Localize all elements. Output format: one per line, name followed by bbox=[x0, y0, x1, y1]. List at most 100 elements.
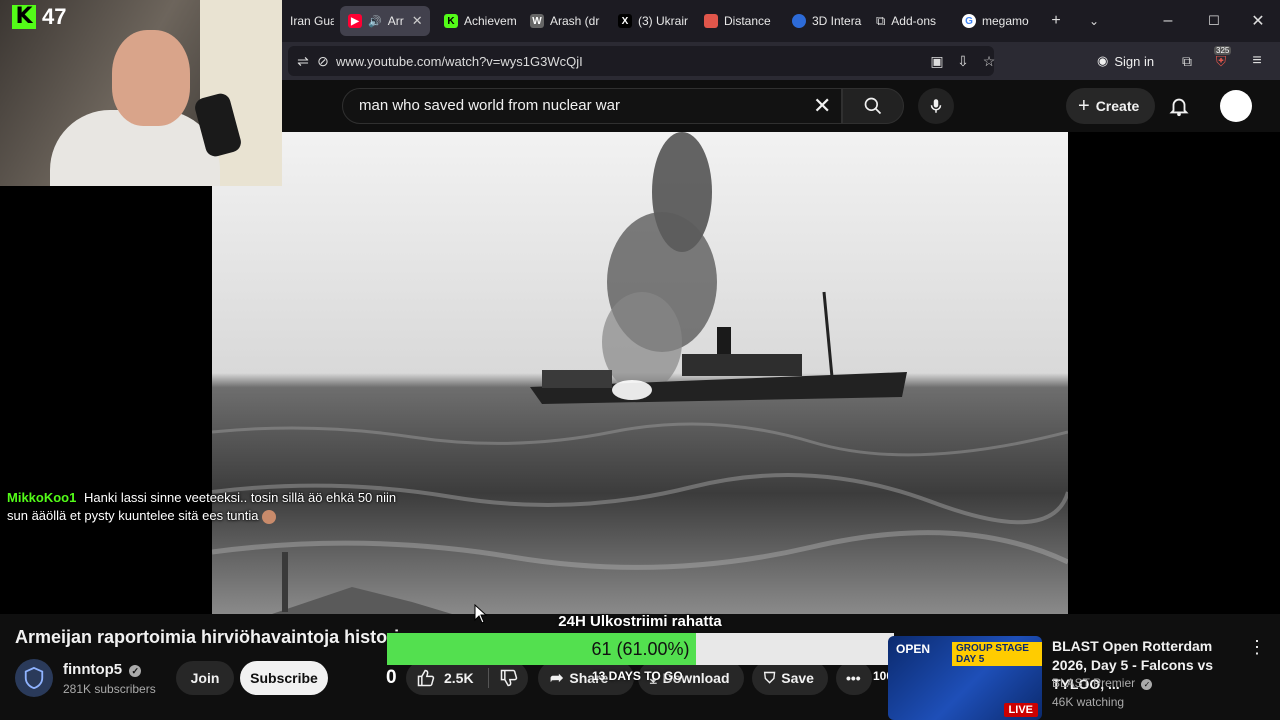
thumbnail-stage-text: GROUP STAGE DAY 5 bbox=[952, 642, 1042, 666]
search-box: ✕ bbox=[342, 88, 842, 124]
video-title: Armeijan raportoimia hirviöhavaintoja hi… bbox=[15, 627, 400, 647]
recommended-channel[interactable]: BLAST Premier ✓ bbox=[1052, 676, 1153, 690]
verified-check-icon: ✓ bbox=[129, 665, 142, 677]
tab-label: Arr bbox=[387, 14, 404, 28]
url-bar[interactable]: ⇌ ⊘ www.youtube.com/watch?v=wys1G3WcQjI … bbox=[288, 46, 995, 76]
globe-favicon-icon bbox=[792, 14, 806, 28]
more-actions-button[interactable]: ••• bbox=[836, 661, 872, 695]
tab-3d-interactive[interactable]: 3D Intera bbox=[784, 6, 866, 36]
goal-counter: 0 bbox=[386, 667, 397, 688]
verified-check-icon: ✓ bbox=[1141, 679, 1153, 690]
tracking-protection-icon[interactable]: ⊘ bbox=[314, 52, 332, 70]
tab-label: Arash (dr bbox=[550, 14, 600, 28]
viewer-count: 47 bbox=[42, 4, 67, 29]
browser-nav-bar: ⇌ ⊘ www.youtube.com/watch?v=wys1G3WcQjI … bbox=[282, 42, 1280, 80]
like-button[interactable]: 2.5K bbox=[406, 661, 486, 695]
like-divider bbox=[488, 668, 489, 688]
mouse-cursor-icon bbox=[474, 604, 488, 624]
bookmark-icon: ⛉ bbox=[764, 669, 776, 687]
kick-viewer-counter: K 47 bbox=[12, 4, 66, 30]
bookmark-star-icon[interactable]: ☆ bbox=[980, 52, 998, 70]
close-window-icon[interactable]: ✕ bbox=[1244, 8, 1272, 34]
tab-arash[interactable]: W Arash (dr bbox=[522, 6, 602, 36]
url-text[interactable]: www.youtube.com/watch?v=wys1G3WcQjI bbox=[336, 54, 583, 69]
voice-search-button[interactable] bbox=[918, 88, 954, 124]
account-icon: ◉ bbox=[1097, 53, 1109, 68]
tab-add-ons[interactable]: ⧉ Add-ons bbox=[868, 6, 950, 36]
create-button[interactable]: + Create bbox=[1066, 88, 1156, 124]
tab-label: Achievem bbox=[464, 14, 516, 28]
kick-logo-icon: K bbox=[12, 5, 36, 29]
account-avatar[interactable] bbox=[1220, 90, 1252, 122]
save-button[interactable]: ⛉ Save bbox=[752, 661, 828, 695]
close-icon[interactable]: ✕ bbox=[412, 13, 423, 29]
tab-label: Distance bbox=[724, 14, 771, 28]
tab-achievements[interactable]: K Achievem bbox=[436, 6, 516, 36]
goal-progress-bar: 61 (61.00%) bbox=[387, 633, 894, 665]
more-horizontal-icon: ••• bbox=[846, 670, 861, 686]
goal-days-left: 13 DAYS TO GO bbox=[592, 669, 683, 683]
tab-label: Iran Guar bbox=[290, 14, 334, 28]
notifications-bell-icon[interactable] bbox=[1168, 94, 1190, 118]
clear-search-icon[interactable]: ✕ bbox=[813, 95, 831, 117]
sign-in-label: Sign in bbox=[1114, 53, 1155, 69]
x-favicon-icon: X bbox=[618, 14, 632, 28]
subscriber-count: 281K subscribers bbox=[63, 682, 156, 696]
tab-label: (3) Ukrair bbox=[638, 14, 688, 28]
microphone-icon bbox=[930, 99, 942, 113]
tab-google[interactable]: G megamo bbox=[954, 6, 1034, 36]
video-frame-image bbox=[212, 132, 1068, 614]
tab-distance[interactable]: Distance bbox=[696, 6, 778, 36]
goal-title: 24H Ulkostriimi rahatta bbox=[558, 613, 722, 630]
extensions-icon[interactable]: ⧉ bbox=[1178, 52, 1196, 70]
thumbs-down-icon bbox=[500, 669, 518, 687]
emote-icon bbox=[262, 509, 277, 524]
thumbs-up-icon bbox=[417, 669, 435, 687]
sign-in-button[interactable]: ◉ Sign in bbox=[1097, 48, 1154, 74]
tab-label: Add-ons bbox=[891, 14, 936, 28]
tab-x-ukraine[interactable]: X (3) Ukrair bbox=[610, 6, 690, 36]
save-page-icon[interactable]: ⇩ bbox=[954, 52, 972, 70]
like-dislike-group: 2.5K bbox=[406, 661, 528, 695]
recommended-watching-count: 46K watching bbox=[1052, 695, 1125, 709]
dislike-button[interactable] bbox=[492, 661, 526, 695]
map-favicon-icon bbox=[704, 14, 718, 28]
tab-label: megamo bbox=[982, 14, 1029, 28]
channel-name[interactable]: finntop5 ✓ bbox=[63, 661, 142, 678]
site-settings-icon[interactable]: ⇌ bbox=[294, 52, 312, 70]
shield-icon bbox=[24, 666, 44, 690]
wikipedia-favicon-icon: W bbox=[530, 14, 544, 28]
speaker-icon[interactable]: 🔊 bbox=[368, 15, 382, 28]
video-player[interactable] bbox=[212, 132, 1068, 614]
picture-in-picture-icon[interactable]: ▣ bbox=[928, 52, 946, 70]
tab-label: 3D Intera bbox=[812, 14, 862, 28]
puzzle-icon: ⧉ bbox=[876, 13, 886, 28]
plus-icon: + bbox=[1078, 94, 1090, 117]
search-button[interactable] bbox=[842, 88, 904, 124]
like-count: 2.5K bbox=[444, 670, 474, 686]
create-label: Create bbox=[1095, 98, 1140, 114]
channel-avatar[interactable] bbox=[15, 659, 53, 697]
webcam-overlay: K 47 bbox=[0, 0, 282, 186]
webcam-person-head bbox=[112, 30, 190, 126]
subscribe-button[interactable]: Subscribe bbox=[240, 661, 328, 695]
new-tab-plus-icon[interactable]: + bbox=[1042, 8, 1070, 34]
tab-list-chevron-icon[interactable]: ⌄ bbox=[1080, 8, 1108, 34]
goal-progress-text: 61 (61.00%) bbox=[591, 639, 690, 659]
search-input[interactable] bbox=[359, 97, 799, 114]
chat-message: MikkoKoo1 Hanki lassi sinne veeteeksi.. … bbox=[7, 489, 407, 525]
recommended-video-thumbnail[interactable]: OPEN GROUP STAGE DAY 5 LIVE bbox=[888, 636, 1042, 720]
tab-youtube-active[interactable]: ▶ 🔊 Arr ✕ bbox=[340, 6, 430, 36]
tab-iran[interactable]: Iran Guar bbox=[282, 6, 334, 36]
maximize-icon[interactable]: ☐ bbox=[1200, 8, 1228, 34]
join-button[interactable]: Join bbox=[176, 661, 234, 695]
youtube-header: ✕ + Create bbox=[282, 80, 1280, 132]
chat-username: MikkoKoo1 bbox=[7, 490, 77, 505]
menu-hamburger-icon[interactable]: ≡ bbox=[1248, 52, 1266, 70]
minimize-icon[interactable]: – bbox=[1154, 8, 1182, 34]
thumbnail-open-text: OPEN bbox=[896, 642, 931, 656]
share-arrow-icon: ➦ bbox=[550, 670, 564, 687]
recommended-channel-name: BLAST Premier bbox=[1052, 676, 1136, 690]
more-vertical-icon[interactable]: ⋮ bbox=[1248, 637, 1266, 658]
channel-name-text: finntop5 bbox=[63, 661, 123, 678]
